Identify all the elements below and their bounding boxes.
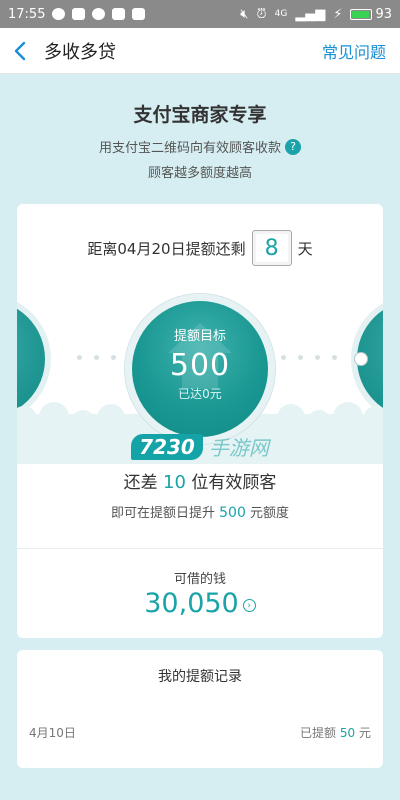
shield-icon bbox=[72, 8, 86, 20]
borrow-amount-link[interactable]: 30,050 › bbox=[17, 588, 383, 619]
progress-dots-right bbox=[281, 355, 337, 360]
records-title: 我的提额记录 bbox=[158, 669, 242, 685]
countdown-prefix: 距离04月20日提额还剩 bbox=[87, 239, 246, 258]
status-time: 17:55 bbox=[8, 6, 46, 22]
next-marker-icon bbox=[354, 352, 368, 366]
chevron-right-icon: › bbox=[242, 599, 256, 612]
boost-amount: 500 bbox=[219, 505, 246, 521]
need-count: 10 bbox=[163, 472, 186, 493]
network-label: 4G bbox=[274, 9, 288, 19]
battery-level: 93 bbox=[375, 6, 392, 22]
target-amount: 500 bbox=[169, 348, 231, 383]
mute-icon: 🔇︎ bbox=[240, 6, 249, 22]
header-subtitle2: 顾客越多额度越高 bbox=[147, 166, 252, 181]
countdown-days: 8 bbox=[251, 230, 292, 266]
alarm-icon: ⏰︎ bbox=[256, 6, 267, 22]
record-amount: 已提额 50 元 bbox=[300, 726, 371, 740]
status-bar: 17:55 🔇︎ ⏰︎ 4G ▂▄▆ ⚡︎ 93 bbox=[0, 0, 400, 28]
chat-icon bbox=[92, 8, 106, 20]
nav-bar: 多收多贷 常见问题 bbox=[0, 28, 400, 74]
header-subtitle-text: 用支付宝二维码向有效顾客收款 bbox=[98, 141, 281, 156]
list-item: 4月10日 已提额 50 元 bbox=[29, 724, 371, 741]
header-section: 支付宝商家专享 用支付宝二维码向有效顾客收款 ? 顾客越多额度越高 bbox=[0, 100, 400, 181]
header-title: 支付宝商家专享 bbox=[133, 104, 267, 126]
need-customers-text: 还差 10 位有效顾客 bbox=[123, 472, 277, 493]
boost-text: 即可在提额日提升 500 元额度 bbox=[110, 505, 290, 521]
record-date: 4月10日 bbox=[29, 726, 76, 740]
countdown-suffix: 天 bbox=[297, 239, 313, 258]
chevron-left-icon bbox=[14, 41, 26, 60]
signal-icon: ▂▄▆ bbox=[295, 6, 326, 22]
battery-indicator: 93 bbox=[350, 7, 392, 22]
borrow-label: 可借的钱 bbox=[173, 572, 226, 587]
watermark-number: 7230 bbox=[131, 433, 203, 460]
header-subtitle: 用支付宝二维码向有效顾客收款 ? bbox=[0, 137, 400, 156]
records-card: 我的提额记录 4月10日 已提额 50 元 bbox=[17, 650, 383, 768]
target-circle: 提额目标 500 已达0元 bbox=[125, 294, 275, 444]
target-card: 距离04月20日提额还剩 8 天 提额目标 500 已达0元 7230 手游网 … bbox=[17, 204, 383, 638]
battery-icon bbox=[350, 8, 373, 20]
watermark-text: 手游网 bbox=[208, 436, 269, 460]
message-icon bbox=[52, 8, 66, 20]
charging-icon: ⚡︎ bbox=[333, 6, 343, 22]
target-label: 提额目标 bbox=[173, 329, 226, 344]
watermark: 7230 手游网 bbox=[17, 432, 383, 461]
target-reached: 已达0元 bbox=[178, 387, 222, 401]
back-button[interactable] bbox=[0, 28, 40, 74]
help-icon[interactable]: ? bbox=[285, 138, 301, 155]
page-title: 多收多贷 bbox=[44, 41, 116, 63]
divider bbox=[17, 548, 383, 549]
image-icon bbox=[112, 8, 126, 20]
app-notification-icon bbox=[132, 8, 146, 20]
borrow-amount: 30,050 bbox=[144, 588, 239, 619]
faq-link[interactable]: 常见问题 bbox=[322, 39, 386, 63]
countdown: 距离04月20日提额还剩 8 天 bbox=[17, 230, 383, 266]
